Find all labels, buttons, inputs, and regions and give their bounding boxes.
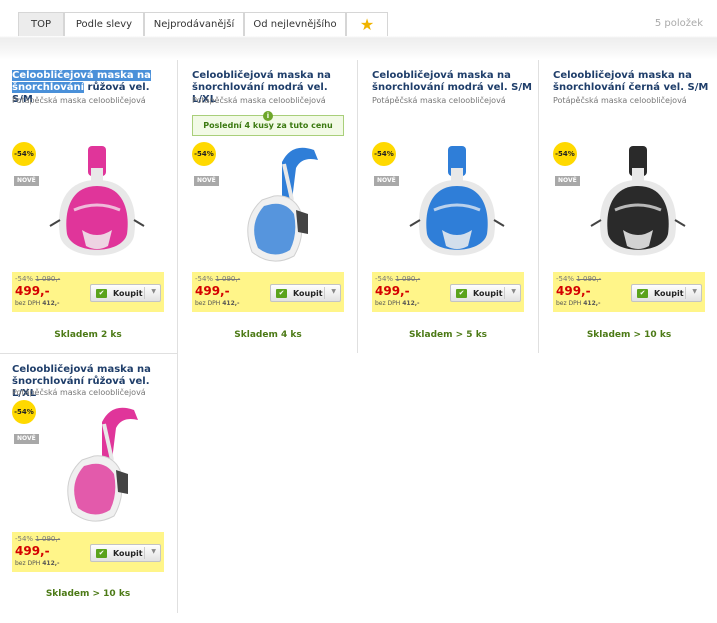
star-icon: ★: [359, 14, 375, 34]
tab-cheapest[interactable]: Od nejlevnějšího: [244, 12, 346, 36]
product-image[interactable]: [222, 140, 332, 270]
cart-icon: ✔: [96, 288, 107, 298]
price-box: -54% 1 090,- 499,- bez DPH 412,- ✔ Koupit…: [553, 272, 705, 312]
tab-label: TOP: [30, 19, 51, 30]
chevron-down-icon[interactable]: ▼: [151, 288, 156, 295]
row-divider: [0, 353, 177, 354]
new-badge: NOVÉ: [194, 176, 219, 186]
price-box: -54% 1 090,- 499,- bez DPH 412,- ✔ Koupit…: [12, 272, 164, 312]
chevron-down-icon[interactable]: ▼: [511, 288, 516, 295]
price-without-vat: bez DPH 412,-: [375, 300, 420, 307]
product-category: Potápěčská maska celoobličejová: [553, 96, 687, 105]
stock-status: Skladem > 10 ks: [45, 589, 131, 599]
new-badge: NOVÉ: [14, 176, 39, 186]
discount-badge: -54%: [12, 142, 36, 166]
button-divider: [144, 287, 145, 299]
price-box: -54% 1 090,- 499,- bez DPH 412,- ✔ Koupit…: [372, 272, 524, 312]
cart-icon: ✔: [96, 548, 107, 558]
column-divider: [177, 60, 178, 613]
button-divider: [324, 287, 325, 299]
last-items-notice: i Poslední 4 kusy za tuto cenu: [192, 111, 344, 136]
buy-button[interactable]: ✔ Koupit ▼: [450, 284, 521, 302]
tab-label: Od nejlevnějšího: [253, 19, 337, 30]
tab-label: Podle slevy: [75, 19, 133, 30]
tab-top[interactable]: TOP: [18, 12, 64, 36]
old-price: -54% 1 090,-: [195, 275, 241, 283]
new-badge: NOVÉ: [555, 176, 580, 186]
product-title[interactable]: Celoobličejová maska na šnorchlování čer…: [553, 70, 713, 94]
buy-button-label: Koupit: [654, 288, 684, 298]
price-without-vat: bez DPH 412,-: [556, 300, 601, 307]
new-badge: NOVÉ: [14, 434, 39, 444]
product-category: Potápěčská maska celoobličejová: [12, 388, 146, 397]
tab-favorites[interactable]: ★: [346, 12, 388, 36]
product-category: Potápěčská maska celoobličejová: [372, 96, 506, 105]
discount-badge: -54%: [372, 142, 396, 166]
buy-button-label: Koupit: [473, 288, 503, 298]
stock-status: Skladem > 10 ks: [586, 330, 672, 340]
cart-icon: ✔: [456, 288, 467, 298]
column-divider: [357, 60, 358, 353]
stock-status: Skladem 4 ks: [234, 330, 302, 340]
buy-button-label: Koupit: [113, 548, 143, 558]
tab-by-discount[interactable]: Podle slevy: [64, 12, 144, 36]
cart-icon: ✔: [637, 288, 648, 298]
tab-bestselling[interactable]: Nejprodávanější: [144, 12, 244, 36]
button-divider: [144, 547, 145, 559]
price-without-vat: bez DPH 412,-: [15, 300, 60, 307]
product-image[interactable]: [42, 140, 152, 270]
discount-badge: -54%: [553, 142, 577, 166]
stock-status: Skladem > 5 ks: [408, 330, 488, 340]
sort-tabs-bar: TOP Podle slevy Nejprodávanější Od nejle…: [0, 0, 717, 60]
product-title[interactable]: Celoobličejová maska na šnorchlování mod…: [372, 70, 532, 94]
discount-badge: -54%: [12, 400, 36, 424]
product-category: Potápěčská maska celoobličejová: [192, 96, 326, 105]
info-icon: i: [263, 111, 273, 121]
product-image[interactable]: [583, 140, 693, 270]
buy-button[interactable]: ✔ Koupit ▼: [270, 284, 341, 302]
current-price: 499,-: [556, 284, 591, 298]
column-divider: [538, 60, 539, 353]
buy-button[interactable]: ✔ Koupit ▼: [90, 284, 161, 302]
old-price: -54% 1 090,-: [556, 275, 602, 283]
product-image[interactable]: [402, 140, 512, 270]
product-image[interactable]: [42, 400, 152, 530]
button-divider: [504, 287, 505, 299]
old-price: -54% 1 090,-: [375, 275, 421, 283]
buy-button[interactable]: ✔ Koupit ▼: [90, 544, 161, 562]
chevron-down-icon[interactable]: ▼: [331, 288, 336, 295]
result-count: 5 položek: [654, 18, 703, 29]
price-without-vat: bez DPH 412,-: [15, 560, 60, 567]
buy-button-label: Koupit: [113, 288, 143, 298]
price-box: -54% 1 090,- 499,- bez DPH 412,- ✔ Koupit…: [192, 272, 344, 312]
cart-icon: ✔: [276, 288, 287, 298]
old-price: -54% 1 090,-: [15, 535, 61, 543]
notice-text: Poslední 4 kusy za tuto cenu: [203, 121, 333, 130]
buy-button[interactable]: ✔ Koupit ▼: [631, 284, 702, 302]
chevron-down-icon[interactable]: ▼: [151, 548, 156, 555]
price-box: -54% 1 090,- 499,- bez DPH 412,- ✔ Koupit…: [12, 532, 164, 572]
current-price: 499,-: [195, 284, 230, 298]
buy-button-label: Koupit: [293, 288, 323, 298]
tab-label: Nejprodávanější: [153, 19, 235, 30]
discount-badge: -54%: [192, 142, 216, 166]
price-without-vat: bez DPH 412,-: [195, 300, 240, 307]
product-category: Potápěčská maska celoobličejová: [12, 96, 146, 105]
new-badge: NOVÉ: [374, 176, 399, 186]
chevron-down-icon[interactable]: ▼: [692, 288, 697, 295]
current-price: 499,-: [15, 544, 50, 558]
stock-status: Skladem 2 ks: [54, 330, 122, 340]
button-divider: [685, 287, 686, 299]
current-price: 499,-: [375, 284, 410, 298]
current-price: 499,-: [15, 284, 50, 298]
old-price: -54% 1 090,-: [15, 275, 61, 283]
